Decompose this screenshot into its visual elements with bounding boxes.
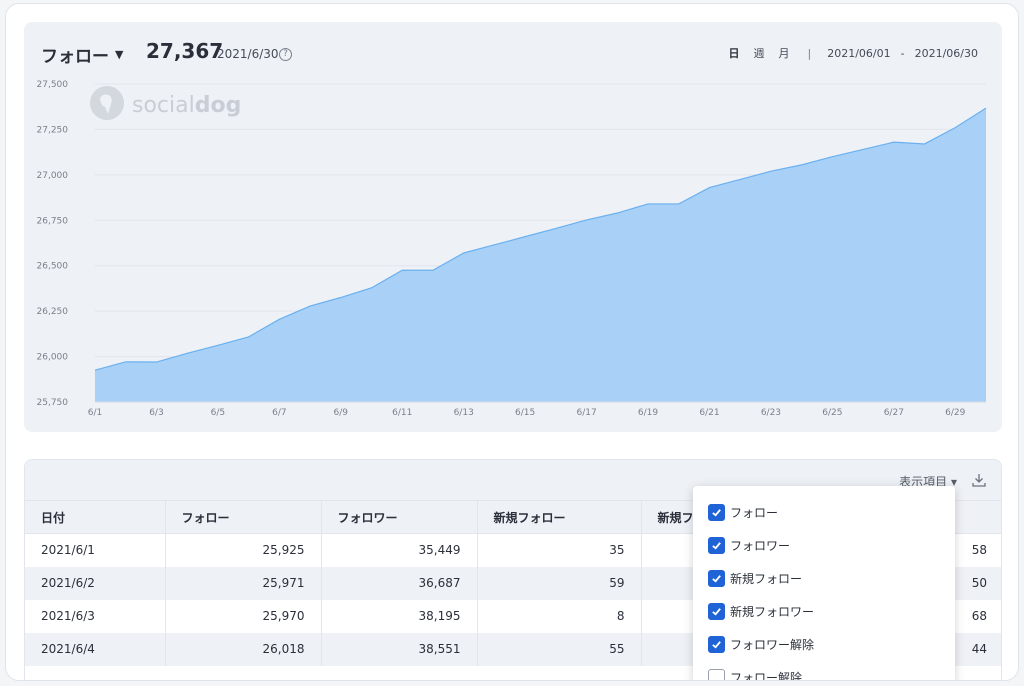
granularity-week[interactable]: 週 <box>753 45 764 61</box>
dropdown-item-follow[interactable]: フォロー <box>693 496 955 529</box>
y-tick-label: 26,500 <box>37 262 69 272</box>
download-icon[interactable] <box>971 472 987 488</box>
dropdown-item-label: フォロー <box>730 506 779 520</box>
checkbox-checked-icon[interactable] <box>708 603 725 620</box>
dropdown-item-follower[interactable]: フォロワー <box>693 529 955 562</box>
checkbox-unchecked-icon[interactable] <box>708 669 725 680</box>
help-icon[interactable]: ? <box>279 48 292 61</box>
cell-follow: 25,925 <box>165 533 322 567</box>
x-tick-label: 6/21 <box>699 408 719 418</box>
cell-new-follow: 8 <box>477 599 642 633</box>
y-tick-label: 27,000 <box>37 171 69 181</box>
cell-follower: 36,687 <box>321 566 478 600</box>
date-to[interactable]: 2021/06/30 <box>915 47 978 60</box>
x-tick-label: 6/19 <box>638 408 658 418</box>
x-tick-label: 6/27 <box>884 408 904 418</box>
cell-date: 2021/6/4 <box>25 632 166 666</box>
y-tick-label: 26,250 <box>37 307 69 317</box>
column-header-date[interactable]: 日付 <box>25 500 166 534</box>
granularity-month[interactable]: 月 <box>778 45 789 61</box>
range-divider: | <box>807 46 812 60</box>
socialdog-logo-icon <box>90 86 124 120</box>
x-tick-label: 6/23 <box>761 408 781 418</box>
y-tick-label: 25,750 <box>37 398 69 408</box>
granularity-day[interactable]: 日 <box>728 45 739 61</box>
cell-date: 2021/6/3 <box>25 599 166 633</box>
checkbox-checked-icon[interactable] <box>708 636 725 653</box>
dropdown-item-label: フォロワー <box>730 539 791 553</box>
dropdown-item-label: フォロワー解除 <box>730 638 815 652</box>
metric-selector[interactable]: フォロー ▼ <box>41 42 123 67</box>
dropdown-item-unfollowed-by[interactable]: フォロワー解除 <box>693 628 955 661</box>
checkbox-checked-icon[interactable] <box>708 504 725 521</box>
caret-down-icon: ▼ <box>115 48 124 61</box>
watermark-text-bold: dog <box>194 92 242 118</box>
dropdown-item-unfollow[interactable]: フォロー解除 <box>693 661 955 681</box>
x-tick-label: 6/5 <box>211 408 225 418</box>
dropdown-item-new-follow[interactable]: 新規フォロー <box>693 562 955 595</box>
dropdown-item-label: 新規フォロワー <box>730 605 815 619</box>
date-from[interactable]: 2021/06/01 <box>827 47 890 60</box>
x-tick-label: 6/29 <box>945 408 965 418</box>
date-range-controls: 日 週 月 | 2021/06/01 - 2021/06/30 <box>728 45 978 61</box>
app-frame: 25,750 26,000 26,250 26,500 26,750 27,000 27,2… <box>5 3 1019 681</box>
dropdown-item-label: フォロー解除 <box>730 671 803 681</box>
x-tick-label: 6/1 <box>88 408 102 418</box>
x-tick-label: 6/9 <box>334 408 349 418</box>
cell-follower: 35,449 <box>321 533 478 567</box>
column-header-follow[interactable]: フォロー <box>165 500 322 534</box>
cell-follower: 38,551 <box>321 632 478 666</box>
y-tick-label: 27,250 <box>37 125 69 135</box>
x-tick-label: 6/15 <box>515 408 535 418</box>
cell-new-follow: 35 <box>477 533 642 567</box>
column-header-new-follow[interactable]: 新規フォロー <box>477 500 642 534</box>
x-tick-label: 6/7 <box>272 408 286 418</box>
x-tick-label: 6/13 <box>454 408 474 418</box>
dropdown-item-new-follower[interactable]: 新規フォロワー <box>693 595 955 628</box>
y-tick-label: 26,750 <box>37 216 69 226</box>
column-header-follower[interactable]: フォロワー <box>321 500 478 534</box>
cell-follow: 25,970 <box>165 599 322 633</box>
cell-date: 2021/6/2 <box>25 566 166 600</box>
x-tick-label: 6/11 <box>392 408 412 418</box>
x-tick-label: 6/25 <box>822 408 842 418</box>
cell-date: 2021/6/1 <box>25 533 166 567</box>
cell-follow: 26,018 <box>165 632 322 666</box>
checkbox-checked-icon[interactable] <box>708 570 725 587</box>
x-tick-label: 6/17 <box>576 408 596 418</box>
display-items-dropdown: フォロー フォロワー 新規フォロー 新規フォロワー フォロワー解除 フォロー解除 <box>693 486 955 681</box>
socialdog-watermark: social dog <box>86 84 241 126</box>
checkbox-checked-icon[interactable] <box>708 537 725 554</box>
x-tick-label: 6/3 <box>149 408 163 418</box>
cell-follow: 25,971 <box>165 566 322 600</box>
metric-label: フォロー <box>41 47 109 67</box>
current-value: 27,367 <box>146 39 224 63</box>
cell-new-follow: 59 <box>477 566 642 600</box>
current-date: 2021/6/30 <box>217 47 279 61</box>
y-tick-label: 26,000 <box>37 353 69 363</box>
cell-follower: 38,195 <box>321 599 478 633</box>
y-tick-label: 27,500 <box>37 80 69 90</box>
cell-new-follow: 55 <box>477 632 642 666</box>
watermark-text-light: social <box>132 92 195 118</box>
dropdown-item-label: 新規フォロー <box>730 572 803 586</box>
chart-card: 25,750 26,000 26,250 26,500 26,750 27,000 27,2… <box>24 22 1002 432</box>
range-dash: - <box>900 46 905 60</box>
